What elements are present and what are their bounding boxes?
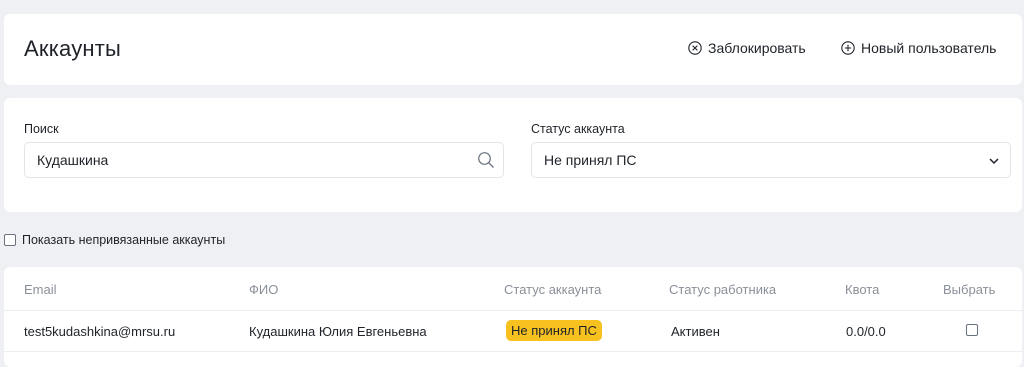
cell-fio: Кудашкина Юлия Евгеньевна bbox=[249, 324, 427, 339]
column-header-email[interactable]: Email bbox=[24, 282, 57, 297]
chevron-down-icon bbox=[989, 158, 999, 165]
row-divider bbox=[4, 351, 1022, 352]
account-status-value: Не принял ПС bbox=[544, 152, 637, 168]
accounts-table: Email ФИО Статус аккаунта Статус работни… bbox=[4, 267, 1022, 367]
cell-quota: 0.0/0.0 bbox=[846, 324, 886, 339]
block-button-label: Заблокировать bbox=[708, 40, 806, 56]
cell-employee-status: Активен bbox=[671, 324, 720, 339]
show-unlinked-checkbox[interactable] bbox=[4, 234, 16, 246]
new-user-button[interactable]: Новый пользователь bbox=[841, 40, 996, 56]
search-label: Поиск bbox=[24, 122, 59, 136]
column-header-select: Выбрать bbox=[943, 282, 996, 297]
filters-panel: Поиск Статус аккаунта Не принял ПС bbox=[4, 98, 1022, 212]
search-input[interactable] bbox=[37, 152, 457, 168]
block-button[interactable]: Заблокировать bbox=[688, 40, 806, 56]
page-title: Аккаунты bbox=[24, 36, 122, 61]
column-header-account-status[interactable]: Статус аккаунта bbox=[504, 282, 601, 297]
circle-plus-icon bbox=[841, 41, 855, 55]
circle-x-icon bbox=[688, 41, 702, 55]
column-header-quota[interactable]: Квота bbox=[845, 282, 879, 297]
page-header: Аккаунты Заблокировать Новый пользовател… bbox=[4, 14, 1022, 85]
header-divider bbox=[4, 310, 1022, 311]
account-status-select[interactable]: Не принял ПС bbox=[531, 142, 1011, 178]
search-field[interactable] bbox=[24, 142, 504, 178]
search-icon[interactable] bbox=[477, 151, 495, 169]
column-header-employee-status[interactable]: Статус работника bbox=[669, 282, 776, 297]
show-unlinked-toggle[interactable]: Показать непривязанные аккаунты bbox=[4, 233, 225, 247]
row-select-checkbox[interactable] bbox=[966, 324, 978, 336]
cell-email: test5kudashkina@mrsu.ru bbox=[24, 324, 176, 339]
new-user-button-label: Новый пользователь bbox=[861, 40, 997, 56]
show-unlinked-label: Показать непривязанные аккаунты bbox=[22, 233, 226, 247]
column-header-fio[interactable]: ФИО bbox=[249, 282, 278, 297]
account-status-label: Статус аккаунта bbox=[531, 122, 625, 136]
status-badge: Не принял ПС bbox=[506, 320, 602, 341]
